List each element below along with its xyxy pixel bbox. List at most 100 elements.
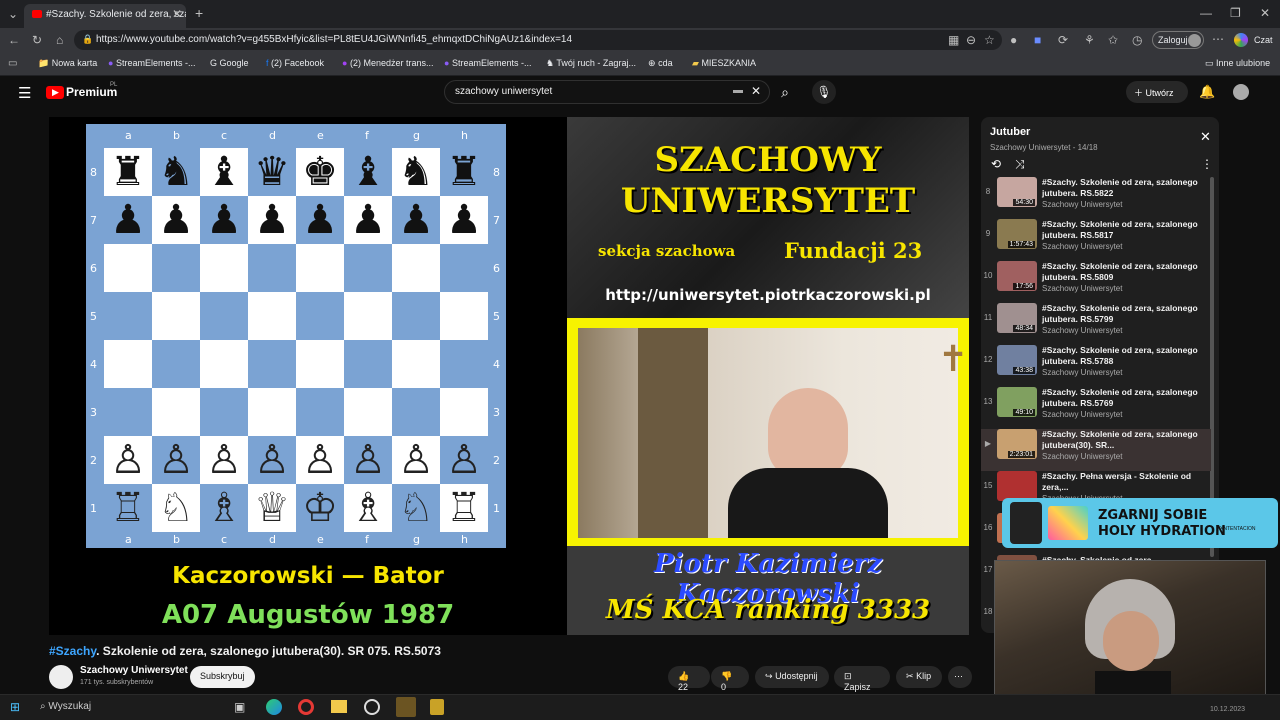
search-input[interactable]: szachowy uniwersytet ▬ ✕ xyxy=(444,80,770,104)
tab-list-icon[interactable]: ⌄ xyxy=(8,7,18,21)
clear-search-icon[interactable]: ✕ xyxy=(751,84,761,98)
file-label: g xyxy=(413,533,420,546)
shuffle-icon[interactable]: ⤨ xyxy=(1015,157,1025,172)
file-label: d xyxy=(269,129,276,142)
like-button[interactable]: 👍 22 xyxy=(668,666,710,692)
edge-taskbar-icon[interactable] xyxy=(266,699,282,715)
app-taskbar-icon[interactable] xyxy=(396,697,416,717)
keyboard-icon[interactable]: ▬ xyxy=(733,85,743,96)
bookmark-new-tab[interactable]: 📁 Nowa karta xyxy=(38,58,97,69)
minimize-icon[interactable]: — xyxy=(1200,6,1212,20)
playlist-item-thumbnail: 49:10 xyxy=(997,387,1037,417)
back-icon[interactable]: ← xyxy=(8,33,20,47)
more-actions-button[interactable]: ⋯ xyxy=(948,666,972,688)
playlist-item-title: #Szachy. Szkolenie od zera, szalonego ju… xyxy=(1042,429,1198,450)
video-hashtag[interactable]: #Szachy xyxy=(49,644,96,658)
account-avatar[interactable] xyxy=(1233,84,1249,100)
bookmark-streamelements-2[interactable]: ● StreamElements -... xyxy=(444,58,531,68)
app2-taskbar-icon[interactable] xyxy=(430,699,444,715)
board-square xyxy=(440,292,488,340)
board-square xyxy=(440,244,488,292)
extension-shield-icon[interactable]: ■ xyxy=(1034,33,1041,47)
more-menu-icon[interactable]: ⋯ xyxy=(1212,32,1224,46)
lock-icon: 🔒 xyxy=(82,34,94,44)
board-square xyxy=(344,292,392,340)
history-icon[interactable]: ◷ xyxy=(1132,33,1142,47)
playlist-item[interactable]: 8 54:30 #Szachy. Szkolenie od zera, szalon… xyxy=(981,177,1211,219)
sidebar-toggle-icon[interactable]: ▭ xyxy=(8,57,17,71)
playlist-item-thumbnail: 2:23:01 xyxy=(997,429,1037,459)
save-button[interactable]: ⊡ Zapisz xyxy=(834,666,890,692)
board-square xyxy=(392,244,440,292)
dislike-button[interactable]: 👎 0 xyxy=(711,666,749,692)
other-bookmarks[interactable]: ▭ Inne ulubione xyxy=(1205,58,1270,69)
task-view-icon[interactable]: ▣ xyxy=(234,700,245,714)
maximize-icon[interactable]: ❐ xyxy=(1230,6,1241,20)
rank-label: 5 xyxy=(90,310,97,323)
playlist-item[interactable]: 9 1:57:43 #Szachy. Szkolenie od zera, szal… xyxy=(981,219,1211,261)
extension-refresh-icon[interactable]: ⟳ xyxy=(1058,33,1068,47)
bookmark-google[interactable]: G Google xyxy=(210,58,249,68)
playlist-item[interactable]: 13 49:10 #Szachy. Szkolenie od zera, szalo… xyxy=(981,387,1211,429)
favorites-icon[interactable]: ✩ xyxy=(1108,33,1118,47)
reload-icon[interactable]: ↻ xyxy=(32,33,42,47)
playlist-item[interactable]: 11 48:34 #Szachy. Szkolenie od zera, szalo… xyxy=(981,303,1211,345)
explorer-taskbar-icon[interactable] xyxy=(331,700,347,713)
playlist-item[interactable]: 12 43:38 #Szachy. Szkolenie od zera, szalo… xyxy=(981,345,1211,387)
close-tab-icon[interactable]: ✕ xyxy=(172,7,182,21)
bookmark-cda[interactable]: ⊕ cda xyxy=(648,58,673,69)
video-title: #Szachy. Szkolenie od zera, szalonego ju… xyxy=(49,644,441,658)
home-icon[interactable]: ⌂ xyxy=(56,33,63,47)
rank-label: 3 xyxy=(90,406,97,419)
share-button[interactable]: ↪ Udostępnij xyxy=(755,666,829,688)
copilot-icon[interactable] xyxy=(1234,33,1248,47)
close-playlist-icon[interactable]: ✕ xyxy=(1200,129,1211,145)
bookmark-twoj-ruch[interactable]: ♞ Twój ruch - Zagraj... xyxy=(546,58,636,69)
app-icon[interactable]: ▦ xyxy=(948,33,959,47)
voice-search-icon[interactable]: 🎙 xyxy=(812,80,836,104)
playlist-item-thumbnail: 54:30 xyxy=(997,177,1037,207)
playlist-item-duration: 49:10 xyxy=(1013,409,1035,416)
opera-taskbar-icon[interactable] xyxy=(298,699,314,715)
ad-overlay: ZGARNIJ SOBIE HOLY HYDRATION XNTENTACION xyxy=(1002,498,1278,548)
product-pack-icon xyxy=(1048,506,1088,540)
loop-icon[interactable]: ⟲ xyxy=(991,157,1001,171)
channel-avatar[interactable] xyxy=(49,665,73,689)
playlist-title[interactable]: Jutuber xyxy=(990,126,1030,138)
bookmark-mieszkania[interactable]: ▰ MIESZKANIA xyxy=(692,58,756,69)
close-window-icon[interactable]: ✕ xyxy=(1260,6,1270,20)
create-button[interactable]: ＋ Utwórz xyxy=(1126,81,1188,103)
url-input[interactable]: 🔒 https://www.youtube.com/watch?v=g455Bx… xyxy=(74,30,1002,50)
zoom-icon[interactable]: ⊖ xyxy=(966,33,976,47)
taskbar-search[interactable]: ⌕ Wyszukaj xyxy=(40,701,91,712)
subscribe-button[interactable]: Subskrybuj xyxy=(190,666,255,688)
favorite-star-icon[interactable]: ☆ xyxy=(984,33,995,47)
board-square xyxy=(440,388,488,436)
channel-name[interactable]: Szachowy Uniwersytet xyxy=(80,665,188,676)
share-label: Udostępnij xyxy=(775,671,818,681)
clip-button[interactable]: ✂ Klip xyxy=(896,666,942,688)
windows-start-icon[interactable]: ⊞ xyxy=(10,700,20,714)
menu-icon[interactable]: ☰ xyxy=(18,84,31,102)
playlist-item[interactable]: 10 17:56 #Szachy. Szkolenie od zera, szalo… xyxy=(981,261,1211,303)
rank-label: 1 xyxy=(493,502,500,515)
obs-taskbar-icon[interactable] xyxy=(364,699,380,715)
browser-tab[interactable]: #Szachy. Szkolenie od zera, szalon xyxy=(24,4,186,28)
tab-title: #Szachy. Szkolenie od zera, szalon xyxy=(46,9,186,20)
login-button[interactable]: Zaloguj xyxy=(1152,31,1204,49)
extension-icon[interactable]: ● xyxy=(1010,33,1017,47)
crucifix-icon: ✝ xyxy=(938,338,969,379)
search-icon[interactable]: ⌕ xyxy=(772,80,798,104)
bookmark-facebook[interactable]: f (2) Facebook xyxy=(266,58,324,68)
chat-label[interactable]: Czat xyxy=(1254,35,1273,45)
new-tab-button[interactable]: + xyxy=(195,6,203,20)
youtube-logo-icon[interactable]: ▶ xyxy=(46,86,64,99)
playlist-item[interactable]: ▶ 2:23:01 #Szachy. Szkolenie od zera, szal… xyxy=(981,429,1211,471)
playlist-menu-icon[interactable]: ⋮ xyxy=(1201,157,1213,171)
presenter-face xyxy=(768,388,848,478)
notifications-bell-icon[interactable]: 🔔 xyxy=(1199,84,1215,100)
bookmark-menedzer[interactable]: ● (2) Menedżer trans... xyxy=(342,58,433,68)
extensions-icon[interactable]: ⚘ xyxy=(1084,33,1095,47)
black-piece-icon: ♚ xyxy=(302,149,338,195)
bookmark-streamelements-1[interactable]: ● StreamElements -... xyxy=(108,58,195,68)
